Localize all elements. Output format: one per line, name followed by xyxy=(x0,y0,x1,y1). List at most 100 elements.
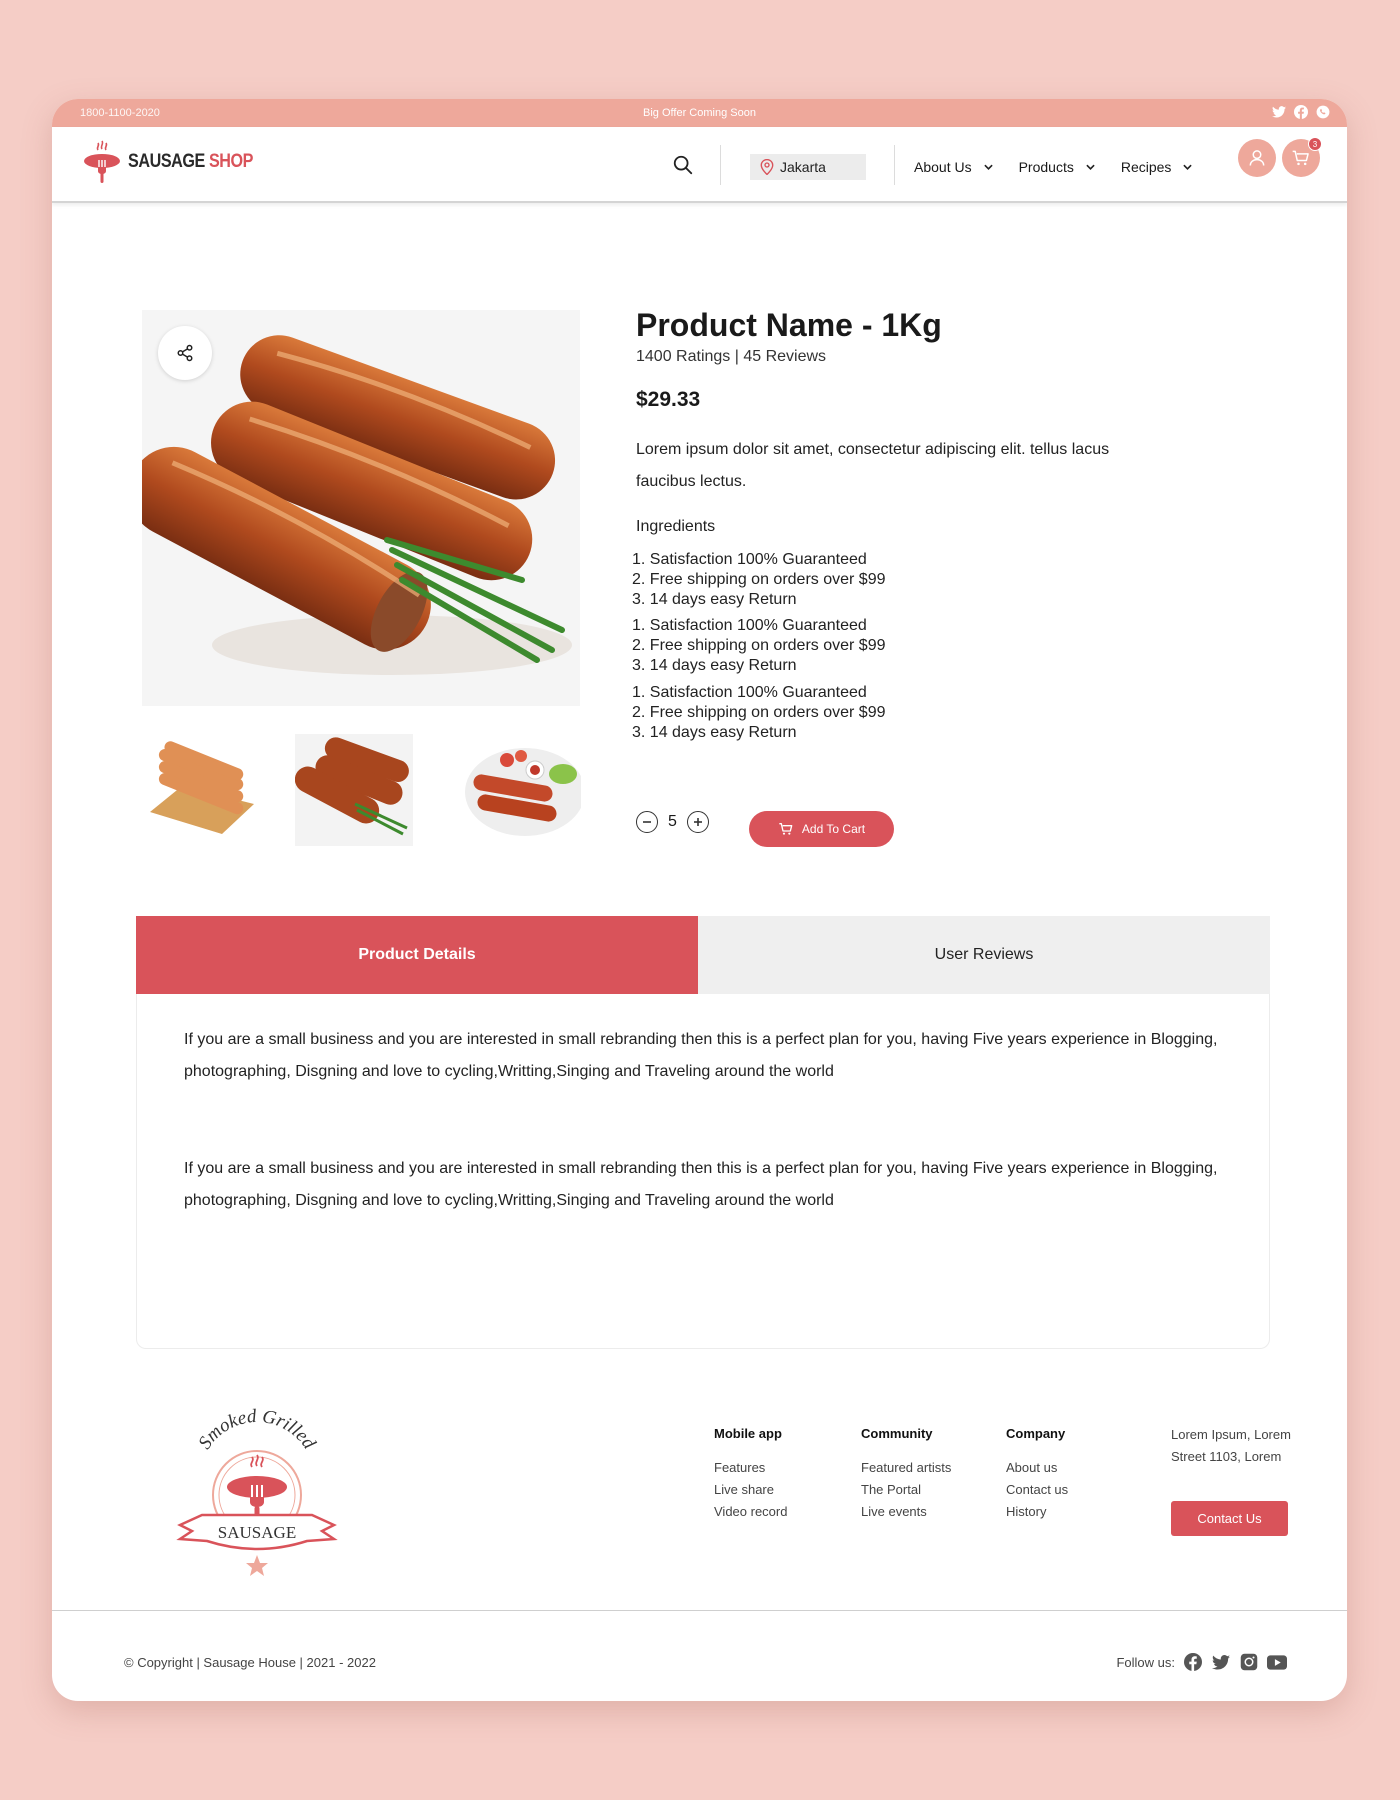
hotdog-sausages-thumbnail xyxy=(142,734,260,846)
chevron-down-icon xyxy=(983,164,993,170)
product-tabs: Product Details User Reviews xyxy=(136,916,1270,994)
emblem-arc-text: Smoked Grilled xyxy=(194,1406,319,1454)
facebook-icon[interactable] xyxy=(1183,1652,1203,1672)
footer-link[interactable]: Live events xyxy=(861,1501,951,1523)
footer-link[interactable]: Contact us xyxy=(1006,1479,1068,1501)
account-button[interactable] xyxy=(1238,139,1276,177)
footer-link[interactable]: Features xyxy=(714,1457,787,1479)
quantity-value: 5 xyxy=(668,813,677,830)
whatsapp-icon[interactable] xyxy=(1315,104,1331,120)
ingredients-list: 1. Satisfaction 100% Guaranteed 2. Free … xyxy=(632,616,885,676)
list-item: 3. 14 days easy Return xyxy=(632,591,797,608)
location-selector[interactable]: Jakarta xyxy=(750,154,866,180)
product-ratings: 1400 Ratings | 45 Reviews xyxy=(636,348,827,365)
footer-divider xyxy=(52,1610,1347,1611)
map-pin-icon xyxy=(760,159,774,175)
twitter-icon[interactable] xyxy=(1271,104,1287,120)
cart-button[interactable]: 3 xyxy=(1282,137,1322,177)
logo-text-accent: SHOP xyxy=(208,151,254,172)
contact-us-button[interactable]: Contact Us xyxy=(1171,1501,1288,1536)
top-social-links xyxy=(1271,104,1331,120)
emblem-banner-text: SAUSAGE xyxy=(218,1523,296,1542)
sausage-fork-logo-icon xyxy=(84,140,120,183)
browser-window: 1800-1100-2020 Big Offer Coming Soon SAU… xyxy=(52,99,1347,1701)
product-thumbnail-3[interactable] xyxy=(463,734,581,846)
product-thumbnail-2[interactable] xyxy=(295,734,413,846)
grilled-sausages-image xyxy=(142,335,572,675)
nav-item-products[interactable]: Products xyxy=(1019,159,1095,175)
footer-column-company: Company About us Contact us History xyxy=(1006,1426,1068,1523)
tab-panel-product-details: If you are a small business and you are … xyxy=(136,994,1270,1349)
copyright-text: © Copyright | Sausage House | 2021 - 202… xyxy=(124,1655,376,1670)
footer-column-heading: Company xyxy=(1006,1426,1066,1441)
follow-us: Follow us: xyxy=(1116,1652,1287,1672)
ingredients-list: 1. Satisfaction 100% Guaranteed 2. Free … xyxy=(632,550,885,610)
tab-user-reviews[interactable]: User Reviews xyxy=(698,916,1270,994)
list-item: 3. 14 days easy Return xyxy=(632,724,797,741)
footer-logo: Smoked Grilled SAUSAGE xyxy=(172,1406,342,1577)
plus-icon xyxy=(693,818,702,826)
cart-icon xyxy=(1292,150,1309,166)
share-icon xyxy=(177,344,193,362)
offer-banner: Big Offer Coming Soon xyxy=(643,107,756,119)
product-main-image xyxy=(142,310,580,706)
nav-item-about-us[interactable]: About Us xyxy=(914,159,993,175)
site-logo[interactable]: SAUSAGE SHOP xyxy=(82,139,275,185)
footer-address: Lorem Ipsum, Lorem Street 1103, Lorem xyxy=(1171,1427,1291,1464)
user-icon xyxy=(1249,150,1265,166)
increase-quantity-button[interactable] xyxy=(686,811,709,833)
footer-link[interactable]: History xyxy=(1006,1501,1068,1523)
logo-text-dark: SAUSAGE xyxy=(128,151,205,172)
sausage-plate-thumbnail xyxy=(463,734,581,846)
location-label: Jakarta xyxy=(780,159,826,175)
grilled-sausages-thumbnail xyxy=(295,734,413,846)
details-paragraph: If you are a small business and you are … xyxy=(184,1160,1218,1209)
product-name: Product Name - 1Kg xyxy=(636,307,942,343)
decrease-quantity-button[interactable] xyxy=(636,811,658,833)
search-button[interactable] xyxy=(672,154,696,178)
site-header: SAUSAGE SHOP Jakarta About Us Products R… xyxy=(52,127,1347,203)
footer-column-community: Community Featured artists The Portal Li… xyxy=(861,1426,951,1523)
footer-column-heading: Community xyxy=(861,1426,933,1441)
svg-text:Smoked Grilled: Smoked Grilled xyxy=(194,1407,319,1453)
details-paragraph: If you are a small business and you are … xyxy=(184,1031,1218,1080)
nav-label: Products xyxy=(1018,159,1074,175)
ingredients-list: 1. Satisfaction 100% Guaranteed 2. Free … xyxy=(632,683,885,743)
footer-column-heading: Mobile app xyxy=(714,1426,782,1441)
list-item: 2. Free shipping on orders over $99 xyxy=(632,704,886,721)
nav-label: Recipes xyxy=(1120,159,1172,175)
footer-link[interactable]: Featured artists xyxy=(861,1457,951,1479)
footer-link[interactable]: Live share xyxy=(714,1479,787,1501)
product-description: Lorem ipsum dolor sit amet, consectetur … xyxy=(636,441,1110,490)
header-divider xyxy=(894,145,895,185)
top-strip: 1800-1100-2020 Big Offer Coming Soon xyxy=(52,99,1347,127)
share-button[interactable] xyxy=(158,326,212,380)
nav-item-recipes[interactable]: Recipes xyxy=(1121,159,1193,175)
nav-label: About Us xyxy=(914,159,972,175)
list-item: 3. 14 days easy Return xyxy=(632,657,797,674)
footer-link[interactable]: About us xyxy=(1006,1457,1068,1479)
add-to-cart-button[interactable]: Add To Cart xyxy=(749,811,894,847)
chevron-down-icon xyxy=(1086,164,1095,170)
add-to-cart-label: Add To Cart xyxy=(801,822,866,836)
logo-text: SAUSAGE SHOP xyxy=(128,151,253,173)
chevron-down-icon xyxy=(1183,164,1193,170)
product-thumbnail-1[interactable] xyxy=(142,734,260,846)
main-nav: About Us Products Recipes xyxy=(914,159,1193,175)
youtube-icon[interactable] xyxy=(1267,1652,1287,1672)
twitter-icon[interactable] xyxy=(1211,1652,1231,1672)
search-icon xyxy=(673,155,693,175)
footer-link[interactable]: Video record xyxy=(714,1501,787,1523)
cart-count-badge: 3 xyxy=(1308,137,1322,151)
list-item: 1. Satisfaction 100% Guaranteed xyxy=(632,551,867,568)
tab-product-details[interactable]: Product Details xyxy=(136,916,698,994)
footer-link[interactable]: The Portal xyxy=(861,1479,951,1501)
product-price: $29.33 xyxy=(636,388,701,411)
header-divider xyxy=(720,145,721,185)
instagram-icon[interactable] xyxy=(1239,1652,1259,1672)
list-item: 1. Satisfaction 100% Guaranteed xyxy=(632,617,867,634)
quantity-stepper: 5 xyxy=(636,811,709,833)
minus-icon xyxy=(643,821,651,823)
footer-column-mobile-app: Mobile app Features Live share Video rec… xyxy=(714,1426,787,1523)
facebook-icon[interactable] xyxy=(1293,104,1309,120)
